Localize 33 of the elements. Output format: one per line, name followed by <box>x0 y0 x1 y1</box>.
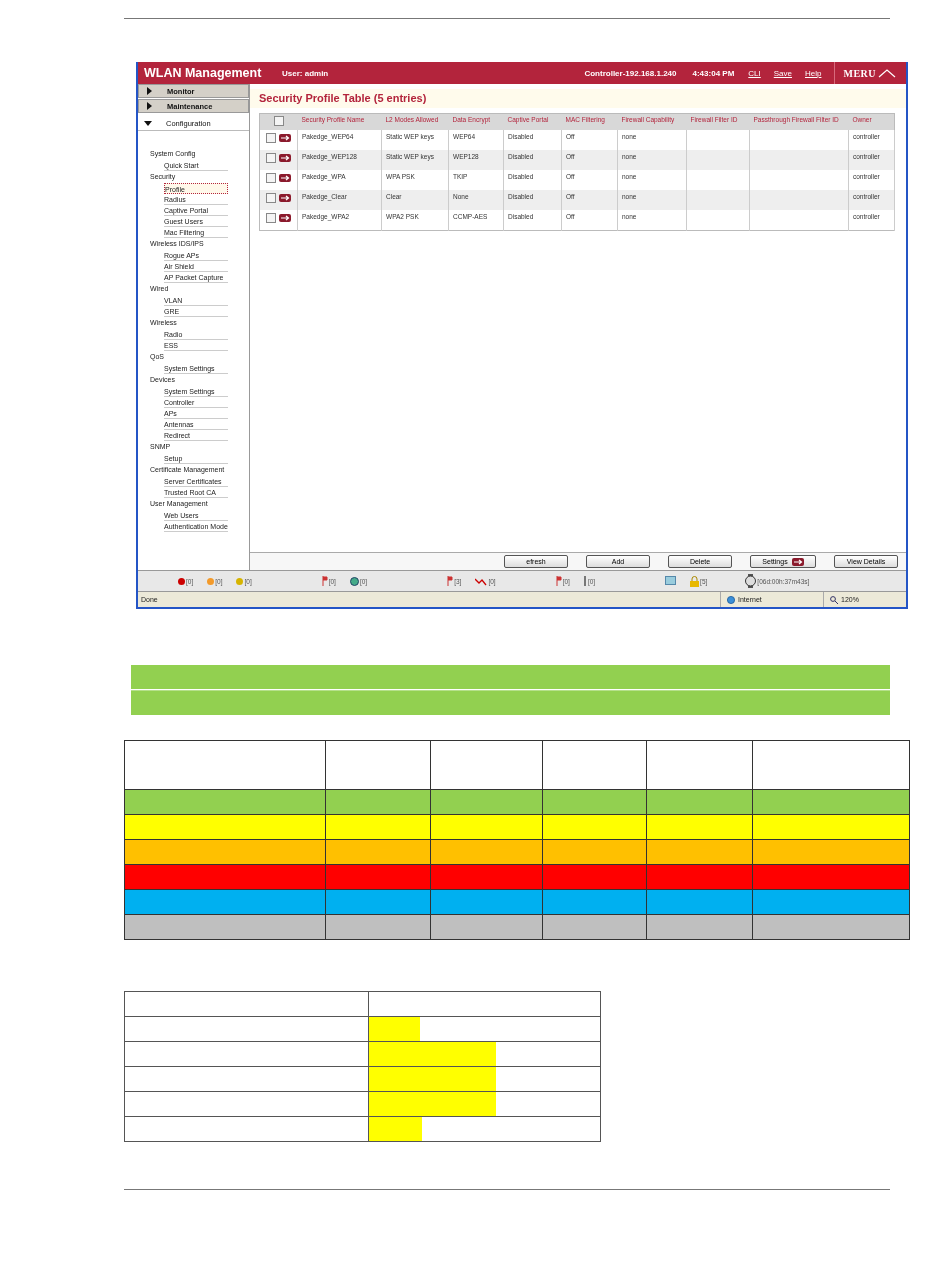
globe-icon <box>349 576 359 586</box>
collapse-icon <box>144 119 152 127</box>
row-checkbox[interactable] <box>266 173 276 183</box>
arrow-icon[interactable] <box>279 154 291 162</box>
time-label: 4:43:04 PM <box>692 68 735 78</box>
flag-icon <box>321 576 328 586</box>
graph-icon <box>475 576 488 586</box>
header-link[interactable]: Help <box>805 68 822 78</box>
row-checkbox[interactable] <box>266 153 276 163</box>
arrow-icon[interactable] <box>279 174 291 182</box>
arrow-icon[interactable] <box>279 194 291 202</box>
watch-icon <box>745 574 757 588</box>
page-title: Security Profile Table (5 entries) <box>250 89 906 108</box>
bar-icon <box>583 576 587 586</box>
monitor-icon <box>665 576 677 586</box>
arrow-icon[interactable] <box>279 214 291 222</box>
roof-icon <box>878 68 896 78</box>
arrow-icon <box>791 557 804 566</box>
arrow-icon[interactable] <box>279 134 291 142</box>
row-checkbox[interactable] <box>266 213 276 223</box>
header-link[interactable]: Save <box>773 68 792 78</box>
row-checkbox[interactable] <box>266 133 276 143</box>
row-checkbox[interactable] <box>266 193 276 203</box>
flag-icon <box>447 576 454 586</box>
app-title: WLAN Management <box>143 66 263 80</box>
lock-icon <box>690 575 700 587</box>
magnifier-icon <box>830 595 838 604</box>
select-all-checkbox[interactable] <box>273 116 284 126</box>
globe-icon <box>727 595 735 604</box>
header-link[interactable]: CLI <box>748 68 761 78</box>
controller-label: Controller-192.168.1.240 <box>584 68 677 78</box>
user-label: User: admin <box>282 68 330 78</box>
flag-icon <box>555 576 562 586</box>
